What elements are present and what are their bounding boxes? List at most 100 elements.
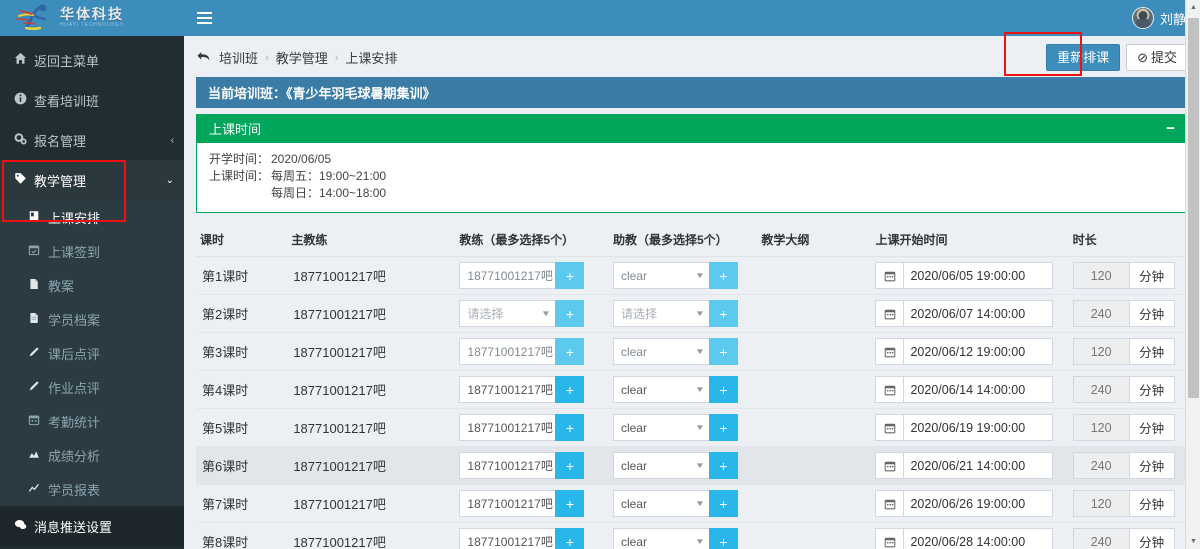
th-period: 课时 [196,225,288,257]
duration-input[interactable]: 120 [1072,414,1129,441]
breadcrumb-item-0[interactable]: 培训班 [219,48,258,67]
coach-select[interactable]: 18771001217吧▼ [459,452,556,479]
coach-select-value: 请选择 [467,307,504,321]
coach-select[interactable]: 18771001217吧▼ [459,414,556,441]
menu-toggle-icon[interactable] [194,8,215,28]
sidebar-item-view-class[interactable]: 查看培训班 [0,80,184,120]
duration-input[interactable]: 120 [1072,338,1129,365]
add-assistant-button[interactable]: + [708,338,738,365]
add-assistant-button[interactable]: + [708,414,738,441]
add-assistant-button[interactable]: + [708,528,738,549]
main-coach-label: 18771001217吧 [293,459,386,474]
coach-select[interactable]: 18771001217吧▼ [459,338,556,365]
calendar-icon[interactable] [875,300,904,327]
scroll-up-arrow-icon[interactable]: ▲ [1186,0,1200,15]
add-coach-button[interactable]: + [555,414,585,441]
calendar-icon[interactable] [875,414,904,441]
coach-select[interactable]: 18771001217吧▼ [459,528,556,549]
back-arrow-icon[interactable] [196,50,211,66]
add-coach-button[interactable]: + [555,376,585,403]
coach-select[interactable]: 18771001217吧▼ [459,262,556,289]
sidebar-item-student-report[interactable]: 学员报表 [0,472,184,506]
start-time-input[interactable]: 2020/06/05 19:00:00 [903,262,1054,289]
assistant-select[interactable]: clear ▼ [612,262,709,289]
duration-input[interactable]: 120 [1072,262,1129,289]
assistant-select[interactable]: clear ▼ [612,452,709,479]
scroll-down-arrow-icon[interactable]: ▼ [1186,534,1200,549]
scrollbar-thumb[interactable] [1188,18,1199,398]
cell-period: 第7课时 [196,484,288,523]
period-label: 第1课时 [202,269,249,284]
submit-button[interactable]: ⊘ 提交 [1126,44,1188,71]
start-time-input-group: 2020/06/07 14:00:00 [875,300,1054,327]
sidebar-item-message-push-settings[interactable]: 消息推送设置 [0,506,184,546]
calendar-icon[interactable] [875,528,904,549]
calendar-icon[interactable] [875,262,904,289]
cell-period: 第5课时 [196,408,288,447]
start-time-input[interactable]: 2020/06/21 14:00:00 [903,452,1054,479]
sidebar-item-teaching-management[interactable]: 教学管理 ⌄ [0,160,184,200]
sidebar-item-grade-analysis[interactable]: 成绩分析 [0,438,184,472]
start-time-input[interactable]: 2020/06/12 19:00:00 [903,338,1054,365]
assistant-select[interactable]: clear ▼ [612,528,709,549]
breadcrumb-item-1[interactable]: 教学管理 [276,48,328,67]
start-time-input-group: 2020/06/26 19:00:00 [875,490,1054,517]
cell-outline [757,332,872,371]
collapse-icon[interactable]: − [1166,121,1175,136]
add-coach-button[interactable]: + [555,528,585,549]
calendar-icon[interactable] [875,338,904,365]
add-coach-button[interactable]: + [555,338,585,365]
sidebar-item-homework-review[interactable]: 作业点评 [0,370,184,404]
cell-duration: 240 分钟 [1068,446,1188,485]
sidebar-item-after-class-review[interactable]: 课后点评 [0,336,184,370]
start-time-input[interactable]: 2020/06/26 19:00:00 [903,490,1054,517]
duration-input[interactable]: 120 [1072,490,1129,517]
add-coach-button[interactable]: + [555,300,585,327]
add-assistant-button[interactable]: + [708,490,738,517]
duration-input[interactable]: 240 [1072,376,1129,403]
calendar-icon[interactable] [875,376,904,403]
coach-select-value: 18771001217吧 [467,459,553,473]
assistant-select[interactable]: 请选择 ▼ [612,300,709,327]
start-time-input[interactable]: 2020/06/28 14:00:00 [903,528,1054,549]
assistant-select[interactable]: clear ▼ [612,414,709,441]
sidebar-item-lesson-plan[interactable]: 教案 [0,268,184,302]
start-time-input[interactable]: 2020/06/19 19:00:00 [903,414,1054,441]
page-scrollbar[interactable]: ▲ ▼ [1185,0,1200,549]
duration-input[interactable]: 240 [1072,528,1129,549]
assistant-select[interactable]: clear ▼ [612,490,709,517]
table-body: 第1课时18771001217吧18771001217吧▼+clear▼+202… [196,256,1188,549]
cell-assistant: clear ▼ + [608,408,758,447]
add-coach-button[interactable]: + [555,262,585,289]
sidebar-item-class-checkin[interactable]: 上课签到 [0,234,184,268]
chevron-down-icon: ▼ [694,347,706,356]
duration-input[interactable]: 240 [1072,300,1129,327]
coach-select[interactable]: 18771001217吧▼ [459,490,556,517]
brand-logo[interactable]: 华体科技 HUATI TECHNOLOGY [0,0,184,36]
sidebar-item-class-schedule[interactable]: 上课安排 [0,200,184,234]
user-menu[interactable]: 刘静 [1131,7,1186,29]
coach-select[interactable]: 请选择 ▼ [459,300,556,327]
breadcrumb-item-2[interactable]: 上课安排 [345,48,397,67]
rearrange-schedule-button[interactable]: 重新排课 [1046,44,1121,71]
add-assistant-button[interactable]: + [708,300,738,327]
assistant-select[interactable]: clear ▼ [612,338,709,365]
add-assistant-button[interactable]: + [708,452,738,479]
start-time-input[interactable]: 2020/06/07 14:00:00 [903,300,1054,327]
add-assistant-button[interactable]: + [708,262,738,289]
cell-start-time: 2020/06/14 14:00:00 [871,370,1069,409]
start-time-input[interactable]: 2020/06/14 14:00:00 [903,376,1054,403]
duration-input[interactable]: 240 [1072,452,1129,479]
sidebar-item-student-archive[interactable]: 学员档案 [0,302,184,336]
chevron-left-icon: ‹ [170,134,174,146]
coach-select[interactable]: 18771001217吧▼ [459,376,556,403]
add-coach-button[interactable]: + [555,452,585,479]
assistant-select[interactable]: clear ▼ [612,376,709,403]
add-assistant-button[interactable]: + [708,376,738,403]
sidebar-item-attendance-stats[interactable]: 考勤统计 [0,404,184,438]
calendar-icon[interactable] [875,452,904,479]
sidebar-item-return-main[interactable]: 返回主菜单 [0,40,184,80]
add-coach-button[interactable]: + [555,490,585,517]
sidebar-item-registration[interactable]: 报名管理 ‹ [0,120,184,160]
calendar-icon[interactable] [875,490,904,517]
